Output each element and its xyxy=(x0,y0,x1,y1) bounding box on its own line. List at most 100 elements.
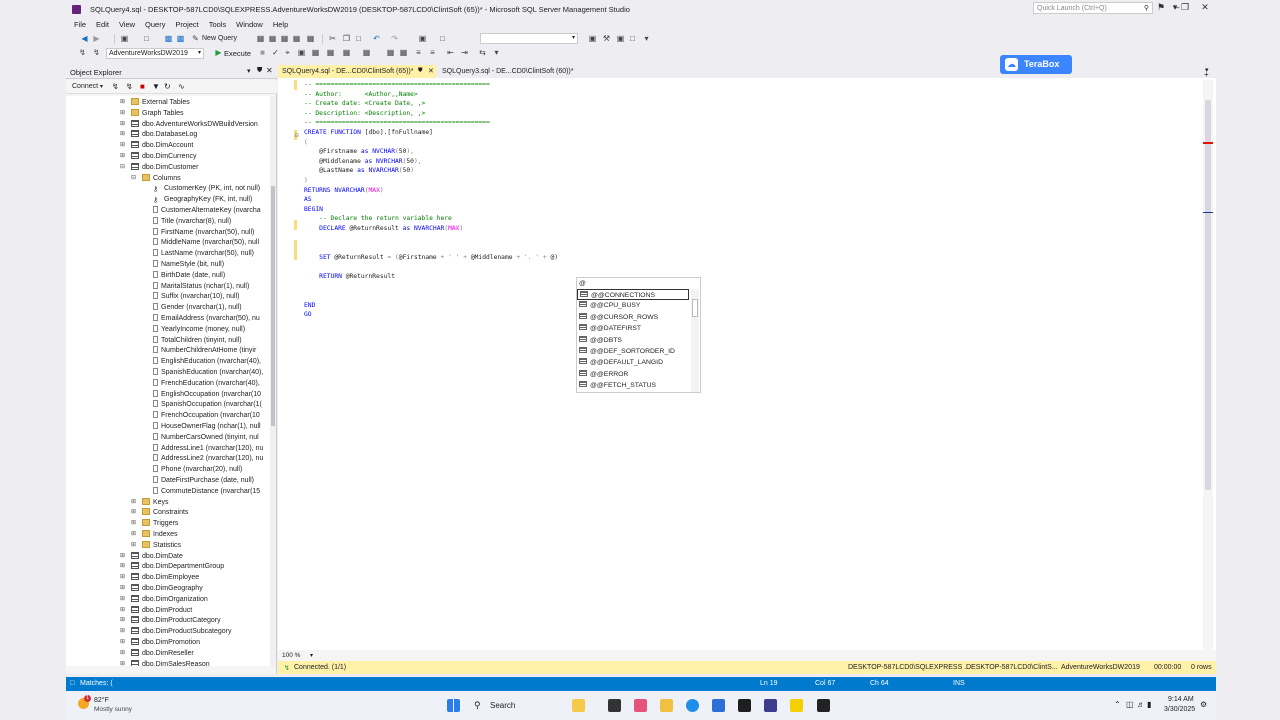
visual-studio-icon[interactable] xyxy=(764,699,777,712)
increase-indent-icon[interactable]: ⇥ xyxy=(460,48,469,57)
decrease-indent-icon[interactable]: ⇤ xyxy=(446,48,455,57)
menu-tools[interactable]: Tools xyxy=(209,18,227,31)
tree-node[interactable]: CommuteDistance (nvarchar(15 xyxy=(153,486,260,497)
taskbar-search[interactable]: Search xyxy=(490,701,515,710)
taskbar-search-icon[interactable]: ⚲ xyxy=(474,700,481,711)
weather-temp[interactable]: 82°F xyxy=(94,697,109,704)
tree-node[interactable]: MaritalStatus (nchar(1), null) xyxy=(153,281,249,292)
toolbox-icon[interactable]: ▣ xyxy=(616,34,625,43)
results-to-text-icon[interactable]: ▦ xyxy=(399,48,408,57)
tree-node[interactable]: ⊞ dbo.DimPromotion xyxy=(120,637,200,648)
stop-icon[interactable]: ▣ xyxy=(418,34,427,43)
query-icon[interactable]: ▦ xyxy=(256,34,265,43)
tree-node[interactable]: FrenchOccupation (nvarchar(10 xyxy=(153,410,260,421)
tree-node[interactable]: ⊞ dbo.DimProductCategory xyxy=(120,615,221,626)
edge-icon[interactable] xyxy=(686,699,699,712)
tree-node[interactable]: BirthDate (date, null) xyxy=(153,270,225,281)
menu-file[interactable]: File xyxy=(74,18,86,31)
tree-node[interactable]: ⊞ dbo.DimGeography xyxy=(120,583,203,594)
redo-icon[interactable]: ↷ xyxy=(390,34,399,43)
connect-chevron-down-icon[interactable]: ▾ xyxy=(100,83,103,90)
disconnect-icon[interactable]: ↯ xyxy=(126,82,133,91)
connect-plug-icon[interactable]: ↯ xyxy=(112,82,119,91)
file-explorer-icon[interactable] xyxy=(660,699,673,712)
execute-icon[interactable]: ▶ xyxy=(214,48,223,57)
expand-icon[interactable]: ⊞ xyxy=(130,507,137,518)
autocomplete-item[interactable]: @@DEF_SORTORDER_ID xyxy=(577,346,689,357)
collapse-icon[interactable]: ⊟ xyxy=(295,132,299,139)
wrench-icon[interactable]: ⚒ xyxy=(602,34,611,43)
editor-vertical-scrollbar[interactable]: + xyxy=(1203,70,1213,650)
tree-node[interactable]: ⊞ Keys xyxy=(131,497,169,508)
tree-node[interactable]: YearlyIncome (money, null) xyxy=(153,324,245,335)
collapse-icon[interactable]: ⊟ xyxy=(119,162,126,173)
tree-node[interactable]: FirstName (nvarchar(50), null) xyxy=(153,227,254,238)
tree-node[interactable]: ⊞ Statistics xyxy=(131,540,181,551)
expand-icon[interactable]: ⊞ xyxy=(130,497,137,508)
menu-query[interactable]: Query xyxy=(145,18,165,31)
tree-node[interactable]: ⊞ dbo.DimProductSubcategory xyxy=(120,626,232,637)
tree-node[interactable]: ⊞ dbo.DimOrganization xyxy=(120,594,208,605)
expand-icon[interactable]: ⊞ xyxy=(119,583,126,594)
zoom-chevron-down-icon[interactable]: ▾ xyxy=(310,652,313,659)
autocomplete-popup[interactable]: @ @@CONNECTIONS @@CPU_BUSY @@CURSOR_ROWS @@… xyxy=(576,277,701,393)
maximize-button[interactable]: ❐ xyxy=(1176,2,1194,14)
tree-node[interactable]: SpanishOccupation (nvarchar(1( xyxy=(153,399,262,410)
autocomplete-item[interactable]: @@DATEFIRST xyxy=(577,323,689,334)
menu-view[interactable]: View xyxy=(119,18,135,31)
connect-dropdown[interactable]: Connect xyxy=(72,83,98,90)
start-button-icon[interactable] xyxy=(447,699,460,712)
weather-desc[interactable]: Mostly sunny xyxy=(94,706,132,713)
tab-sqlquery3[interactable]: SQLQuery3.sql - DE...CD0\ClintSoft (60))… xyxy=(438,65,588,78)
open-file-icon[interactable]: □ xyxy=(142,34,151,43)
estimated-plan-icon[interactable]: ⌖ xyxy=(283,48,292,57)
autocomplete-item[interactable]: @@ERROR xyxy=(577,369,689,380)
expand-icon[interactable]: ⊞ xyxy=(119,648,126,659)
scrollbar-thumb[interactable] xyxy=(692,299,698,317)
autocomplete-item[interactable]: @@FETCH_STATUS xyxy=(577,380,689,391)
tree-node[interactable]: ⊞ dbo.AdventureWorksDWBuildVersion xyxy=(120,119,258,130)
properties-icon[interactable]: ▣ xyxy=(588,34,597,43)
expand-icon[interactable]: ⊞ xyxy=(130,540,137,551)
autocomplete-item[interactable]: @@CURSOR_ROWS xyxy=(577,312,689,323)
scrollbar-thumb[interactable] xyxy=(1205,100,1211,490)
tree-node[interactable]: ⊞ Constraints xyxy=(131,507,188,518)
filter-icon[interactable]: ▼ xyxy=(152,82,160,91)
cut-icon[interactable]: ✂ xyxy=(328,34,337,43)
save-icon[interactable]: ▩ xyxy=(164,34,173,43)
tree-node[interactable]: NumberChildrenAtHome (tinyir xyxy=(153,345,256,356)
terminal-icon[interactable] xyxy=(738,699,751,712)
menu-window[interactable]: Window xyxy=(236,18,263,31)
menu-edit[interactable]: Edit xyxy=(96,18,109,31)
tree-node[interactable]: DateFirstPurchase (date, null) xyxy=(153,475,254,486)
clock-date[interactable]: 3/30/2025 xyxy=(1164,706,1195,713)
undo-icon[interactable]: ↶ xyxy=(372,34,381,43)
tree-node[interactable]: Title (nvarchar(8), null) xyxy=(153,216,231,227)
expand-icon[interactable]: ⊞ xyxy=(119,572,126,583)
tree-node[interactable]: EnglishEducation (nvarchar(40), xyxy=(153,356,261,367)
scrollbar-thumb[interactable] xyxy=(271,186,275,426)
intellisense-icon[interactable]: ▦ xyxy=(311,48,320,57)
expand-icon[interactable]: ⊞ xyxy=(119,108,126,119)
tree-node[interactable]: ⊞ dbo.DimReseller xyxy=(120,648,194,659)
forward-icon[interactable]: ▶ xyxy=(92,34,101,43)
notification-bell-icon[interactable]: ⚙ xyxy=(1200,700,1207,709)
tab-sqlquery4[interactable]: SQLQuery4.sql - DE...CD0\ClintSoft (65))… xyxy=(278,65,436,78)
pin-tab-icon[interactable]: ⛊ xyxy=(418,65,423,78)
autocomplete-item[interactable]: @@CPU_BUSY xyxy=(577,300,689,311)
expand-icon[interactable]: ⊞ xyxy=(119,605,126,616)
tree-node[interactable]: NameStyle (bit, null) xyxy=(153,259,224,270)
tree-node[interactable]: ⊞ dbo.DimProduct xyxy=(120,605,192,616)
new-project-icon[interactable]: ▣ xyxy=(120,34,129,43)
zoom-level[interactable]: 100 % xyxy=(282,652,300,659)
specify-values-icon[interactable]: ⇆ xyxy=(478,48,487,57)
query-icon-2[interactable]: ▦ xyxy=(268,34,277,43)
copilot-icon[interactable] xyxy=(634,699,647,712)
expand-icon[interactable]: ⊞ xyxy=(119,151,126,162)
expand-icon[interactable]: ⊞ xyxy=(119,561,126,572)
results-to-grid-icon[interactable]: ▦ xyxy=(386,48,395,57)
change-connection-icon[interactable]: ↯ xyxy=(92,48,101,57)
tree-node[interactable]: NumberCarsOwned (tinyint, nul xyxy=(153,432,259,443)
terabox-badge[interactable]: ☁ TeraBox xyxy=(1000,55,1072,74)
expand-icon[interactable]: ⊞ xyxy=(119,594,126,605)
